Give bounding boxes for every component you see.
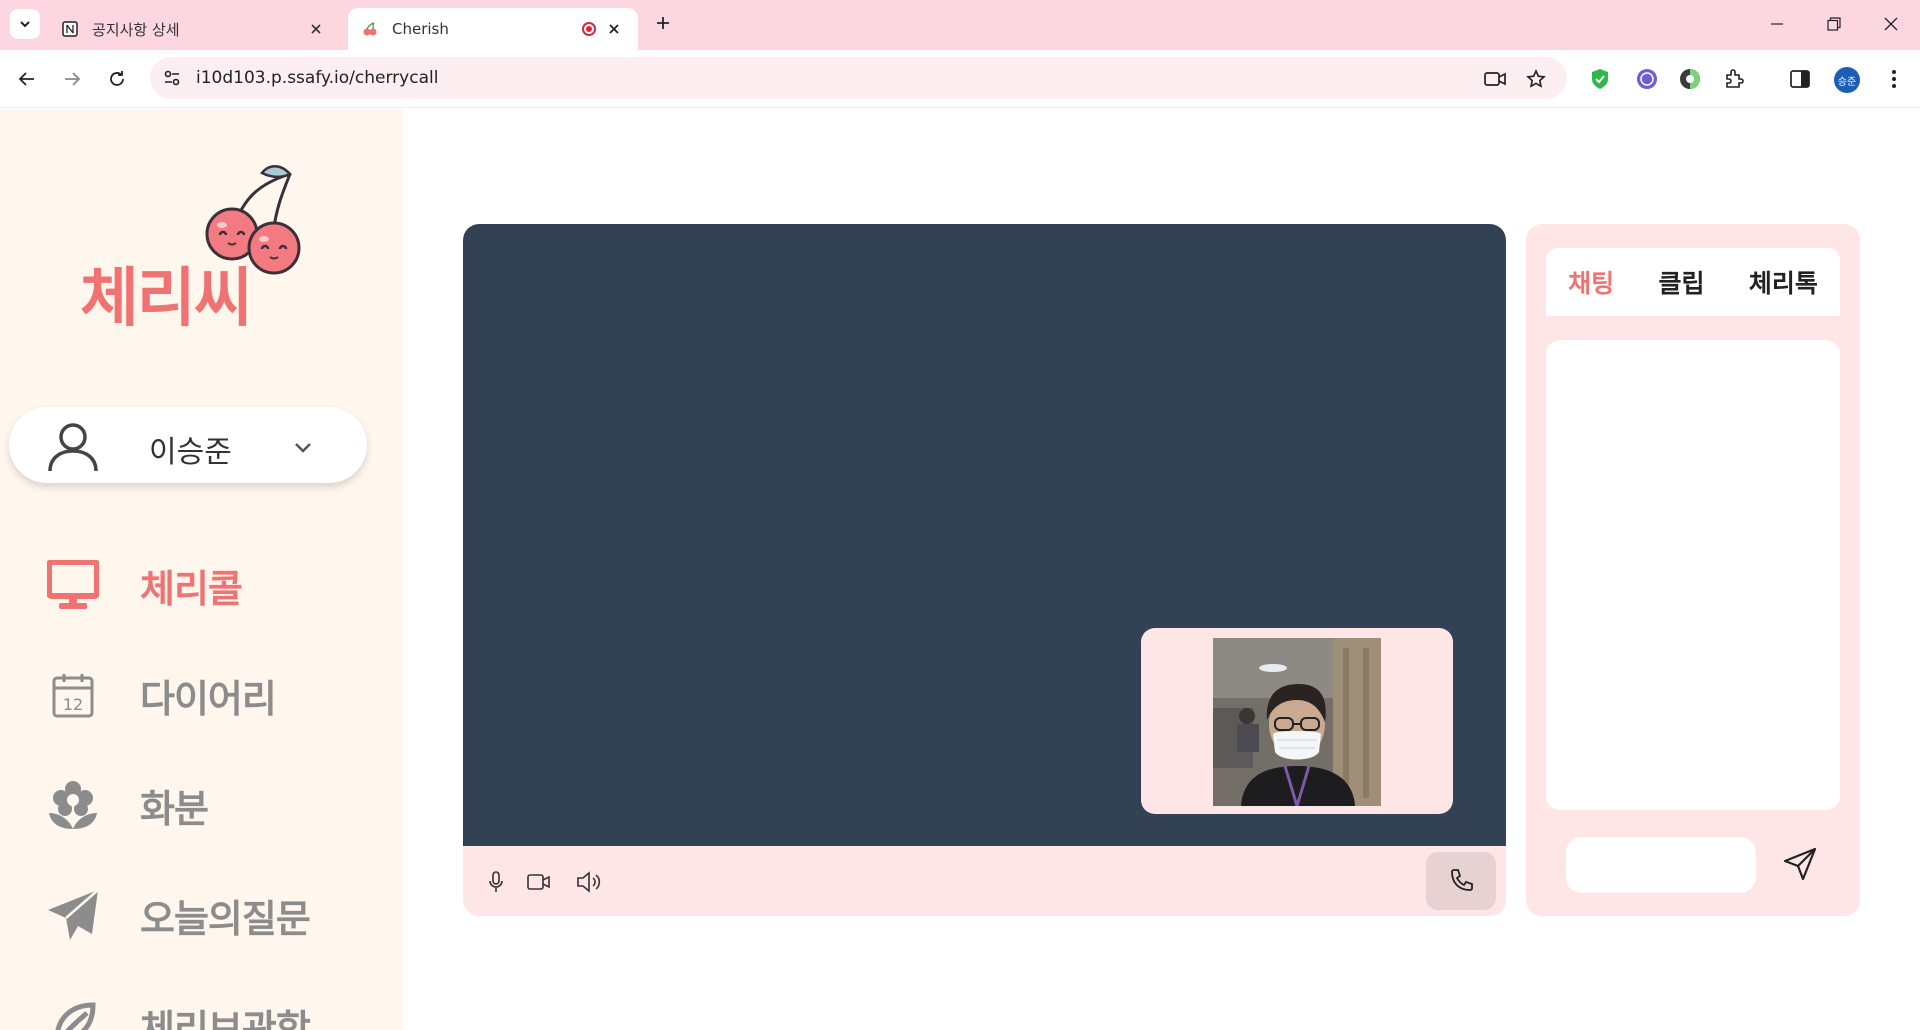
restore-icon xyxy=(1827,17,1841,31)
call-controls xyxy=(463,846,1506,916)
monitor-icon xyxy=(46,558,100,612)
nav-item-cherrycall[interactable]: 체리콜 xyxy=(46,553,376,617)
url-text: i10d103.p.ssafy.io/cherrycall xyxy=(196,68,439,88)
menu-kebab-icon[interactable] xyxy=(1882,67,1906,91)
video-call-panel xyxy=(463,224,1506,916)
browser-toolbar: i10d103.p.ssafy.io/cherrycall 승준 xyxy=(0,50,1920,108)
nav-item-flowerpot[interactable]: 화분 xyxy=(46,773,376,837)
tab-cherish[interactable]: Cherish xyxy=(348,8,638,50)
remote-video-area xyxy=(463,224,1506,846)
chevron-down-icon xyxy=(20,21,30,28)
user-profile-dropdown[interactable]: 이승준 xyxy=(9,407,367,483)
plus-icon xyxy=(657,17,669,29)
user-avatar-icon xyxy=(48,423,98,472)
nav-label: 오늘의질문 xyxy=(140,896,311,941)
tab-title: 공지사항 상세 xyxy=(92,20,180,39)
arrow-right-icon xyxy=(65,72,81,86)
cherry-logo-icon xyxy=(205,165,301,275)
cherry-favicon-icon xyxy=(362,21,378,37)
user-name: 이승준 xyxy=(149,435,232,470)
back-button[interactable] xyxy=(15,67,39,91)
site-info-icon[interactable] xyxy=(162,68,182,88)
local-video-pip[interactable] xyxy=(1141,628,1453,814)
tab-title: Cherish xyxy=(392,20,449,38)
color-extension-icon[interactable] xyxy=(1678,67,1702,91)
notion-favicon-icon xyxy=(62,21,78,37)
tab-close-icon[interactable] xyxy=(604,19,624,39)
chevron-down-icon xyxy=(295,443,311,453)
video-camera-icon xyxy=(527,874,550,890)
tab-clip[interactable]: 클립 xyxy=(1658,264,1704,300)
nav-item-todays-question[interactable]: 오늘의질문 xyxy=(46,883,376,947)
hang-up-button[interactable] xyxy=(1426,852,1496,910)
nav-label: 체리보관함 xyxy=(140,1006,311,1030)
speaker-icon xyxy=(577,871,601,893)
local-camera-feed xyxy=(1213,638,1381,806)
send-button[interactable] xyxy=(1780,844,1820,884)
calendar-icon: 12 xyxy=(46,668,100,722)
svg-text:12: 12 xyxy=(63,695,83,714)
flower-icon xyxy=(46,778,100,832)
chat-messages-area xyxy=(1546,340,1840,810)
browser-tab-bar: 공지사항 상세 Cherish xyxy=(0,0,1920,50)
camera-toggle-button[interactable] xyxy=(525,868,553,896)
nav-item-diary[interactable]: 12 다이어리 xyxy=(46,663,376,727)
cherry-leaf-icon xyxy=(46,998,100,1030)
tab-close-icon[interactable] xyxy=(306,19,326,39)
minimize-button[interactable] xyxy=(1765,12,1789,36)
chat-message-input[interactable] xyxy=(1566,837,1756,893)
microphone-icon xyxy=(489,871,503,892)
send-paper-plane-icon xyxy=(1783,847,1817,881)
sidebar: 체리씨 이승준 체리콜 12 다이어리 화분 오늘의질문 체리보관함 xyxy=(0,109,403,1030)
translate-extension-icon[interactable] xyxy=(1635,67,1659,91)
bookmark-star-icon[interactable] xyxy=(1525,68,1547,90)
reload-icon xyxy=(110,71,124,86)
side-panel-icon[interactable] xyxy=(1788,67,1812,91)
tab-chat[interactable]: 채팅 xyxy=(1568,264,1614,300)
mic-toggle-button[interactable] xyxy=(482,868,510,896)
chat-tabs: 채팅 클립 체리톡 xyxy=(1546,248,1840,316)
new-tab-button[interactable] xyxy=(652,12,674,34)
chat-panel: 채팅 클립 체리톡 xyxy=(1526,224,1860,916)
address-bar[interactable]: i10d103.p.ssafy.io/cherrycall xyxy=(150,57,1567,99)
arrow-left-icon xyxy=(18,72,34,86)
nav-label: 다이어리 xyxy=(140,676,277,721)
shield-extension-icon[interactable] xyxy=(1588,67,1612,91)
restore-button[interactable] xyxy=(1822,12,1846,36)
camera-in-use-icon[interactable] xyxy=(1484,68,1506,90)
recording-indicator-icon xyxy=(582,22,596,36)
nav-label: 체리콜 xyxy=(140,566,243,611)
app-logo[interactable]: 체리씨 xyxy=(80,159,320,336)
nav-item-cherry-storage[interactable]: 체리보관함 xyxy=(46,993,376,1030)
close-window-button[interactable] xyxy=(1879,12,1903,36)
puzzle-extensions-icon[interactable] xyxy=(1723,67,1747,91)
close-icon xyxy=(1884,17,1898,31)
minimize-icon xyxy=(1771,23,1783,25)
tab-notice-detail[interactable]: 공지사항 상세 xyxy=(48,8,340,50)
paper-plane-icon xyxy=(46,888,100,942)
reload-button[interactable] xyxy=(105,67,129,91)
phone-icon xyxy=(1451,869,1473,891)
profile-avatar[interactable]: 승준 xyxy=(1834,67,1860,93)
tab-search-button[interactable] xyxy=(10,9,40,39)
forward-button[interactable] xyxy=(60,67,84,91)
nav-label: 화분 xyxy=(140,786,209,831)
speaker-toggle-button[interactable] xyxy=(575,868,603,896)
tab-cherrytalk[interactable]: 체리톡 xyxy=(1749,264,1818,300)
